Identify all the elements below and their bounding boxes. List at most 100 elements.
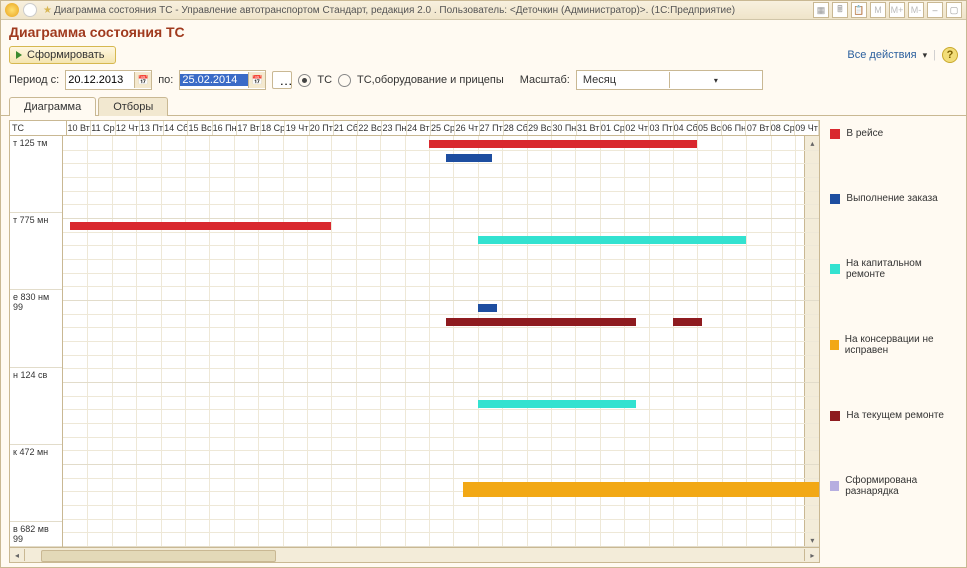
timeline-col: 27 Пт [480,121,504,135]
legend-item: На текущем ремонте [830,410,958,421]
chevron-down-icon[interactable]: ▾ [923,50,928,61]
gantt-bar[interactable] [478,304,498,312]
timeline-col: 04 Сб [674,121,698,135]
timeline-col: 28 Сб [504,121,528,135]
scale-label: Масштаб: [520,74,570,86]
scroll-left-icon[interactable]: ◂ [10,549,25,561]
gantt-bar[interactable] [478,400,637,408]
maximize-icon[interactable]: ▢ [946,2,962,18]
gantt-bar[interactable] [429,140,697,148]
date-from-input[interactable] [66,74,134,86]
help-icon[interactable]: ? [942,47,958,63]
timeline-col: 07 Вт [746,121,770,135]
timeline-col: 19 Чт [285,121,309,135]
timeline-col: 21 Сб [334,121,358,135]
tab-filters[interactable]: Отборы [98,97,168,116]
all-actions-link[interactable]: Все действия [847,49,916,61]
timeline-col: 06 Пн [722,121,746,135]
scroll-right-icon[interactable]: ▸ [804,549,819,561]
vehicle-row-label: т 125 тм [10,136,62,213]
chevron-down-icon[interactable]: ▾ [669,72,762,88]
timeline-col: 09 Чт [795,121,819,135]
timeline-col: 17 Вт [237,121,261,135]
tb-m[interactable]: M [870,2,886,18]
timeline-col: 16 Пн [213,121,237,135]
legend-label: На капитальном ремонте [846,258,958,280]
tb-icon-1[interactable]: ▦ [813,2,829,18]
legend-label: В рейсе [846,128,883,139]
scrollbar-horizontal[interactable]: ◂ ▸ [10,547,819,562]
nav-back-icon[interactable] [23,3,37,17]
legend-label: Сформирована разнарядка [845,475,958,497]
gantt-bar[interactable] [478,236,746,244]
tab-bar: Диаграмма Отборы [1,96,966,116]
row-labels: т 125 тмт 775 мне 830 нм 99н 124 свк 472… [10,136,63,547]
radio-ts[interactable] [298,74,311,87]
period-picker-button[interactable]: … [272,71,292,89]
legend-label: Выполнение заказа [846,193,937,204]
date-from-field[interactable]: 📅 [65,70,152,90]
timeline-col: 22 Вс [358,121,382,135]
scroll-up-icon[interactable]: ▴ [805,136,819,150]
legend-item: На капитальном ремонте [830,258,958,280]
timeline-col: 03 Пт [649,121,673,135]
timeline-col: 10 Вт [67,121,91,135]
timeline-col: 14 Сб [164,121,188,135]
timeline-col: 26 Чт [455,121,479,135]
generate-label: Сформировать [27,49,105,61]
gantt-bar[interactable] [446,318,636,326]
timeline-col: 31 Вт [577,121,601,135]
tb-icon-2[interactable]: 🖩 [832,2,848,18]
scale-select[interactable]: Месяц ▾ [576,70,763,90]
gantt-bar[interactable] [70,222,331,230]
window-titlebar: ★ Диаграмма состояния ТС - Управление ав… [1,1,966,20]
generate-button[interactable]: Сформировать [9,46,116,64]
date-to-input[interactable] [180,74,248,86]
page-header: Диаграмма состояния ТС [1,20,966,42]
timeline-col: 30 Пн [552,121,576,135]
scroll-down-icon[interactable]: ▾ [805,533,819,547]
calendar-icon-2[interactable]: 📅 [248,72,265,88]
timeline-col: 05 Вс [698,121,722,135]
gantt-bar[interactable] [463,489,819,497]
star-icon[interactable]: ★ [43,5,52,16]
timeline-col: 15 Вс [188,121,212,135]
radio-equip[interactable] [338,74,351,87]
timeline-col: 02 Чт [625,121,649,135]
timeline-header: 10 Вт11 Ср12 Чт13 Пт14 Сб15 Вс16 Пн17 Вт… [67,121,819,135]
tb-icon-3[interactable]: 📋 [851,2,867,18]
period-to-label: по: [158,74,173,86]
chart-area: ТС 10 Вт11 Ср12 Чт13 Пт14 Сб15 Вс16 Пн17… [9,120,820,563]
gantt-bar[interactable] [446,154,492,162]
tb-m-minus[interactable]: M- [908,2,924,18]
timeline-col: 12 Чт [116,121,140,135]
legend-swatch [830,129,840,139]
tb-m-plus[interactable]: M+ [889,2,905,18]
vehicle-row-label: н 124 св [10,368,62,445]
timeline-col: 11 Ср [91,121,115,135]
calendar-icon[interactable]: 📅 [134,72,151,88]
date-to-field[interactable]: 📅 [179,70,266,90]
legend-swatch [830,481,839,491]
app-icon [5,3,19,17]
params-bar: Период с: 📅 по: 📅 … ТС ТС,оборудование и… [1,68,966,96]
minimize-icon[interactable]: – [927,2,943,18]
legend-item: Сформирована разнарядка [830,475,958,497]
legend-item: В рейсе [830,128,958,139]
period-from-label: Период с: [9,74,59,86]
timeline-col: 24 Вт [407,121,431,135]
chart-body: т 125 тмт 775 мне 830 нм 99н 124 свк 472… [10,136,819,547]
timeline-col: 13 Пт [140,121,164,135]
gantt-bar[interactable] [673,318,702,326]
vehicle-row-label: е 830 нм 99 [10,290,62,367]
chart-header: ТС 10 Вт11 Ср12 Чт13 Пт14 Сб15 Вс16 Пн17… [10,121,819,136]
timeline-col: 25 Ср [431,121,455,135]
tab-diagram[interactable]: Диаграмма [9,97,96,116]
vehicle-row-label: т 775 мн [10,213,62,290]
legend-swatch [830,411,840,421]
legend-item: На консервации не исправен [830,334,958,356]
scale-value: Месяц [577,74,669,86]
legend-swatch [830,194,840,204]
timeline-col: 23 Пн [382,121,406,135]
vehicle-row-label: в 682 мв 99 [10,522,62,547]
